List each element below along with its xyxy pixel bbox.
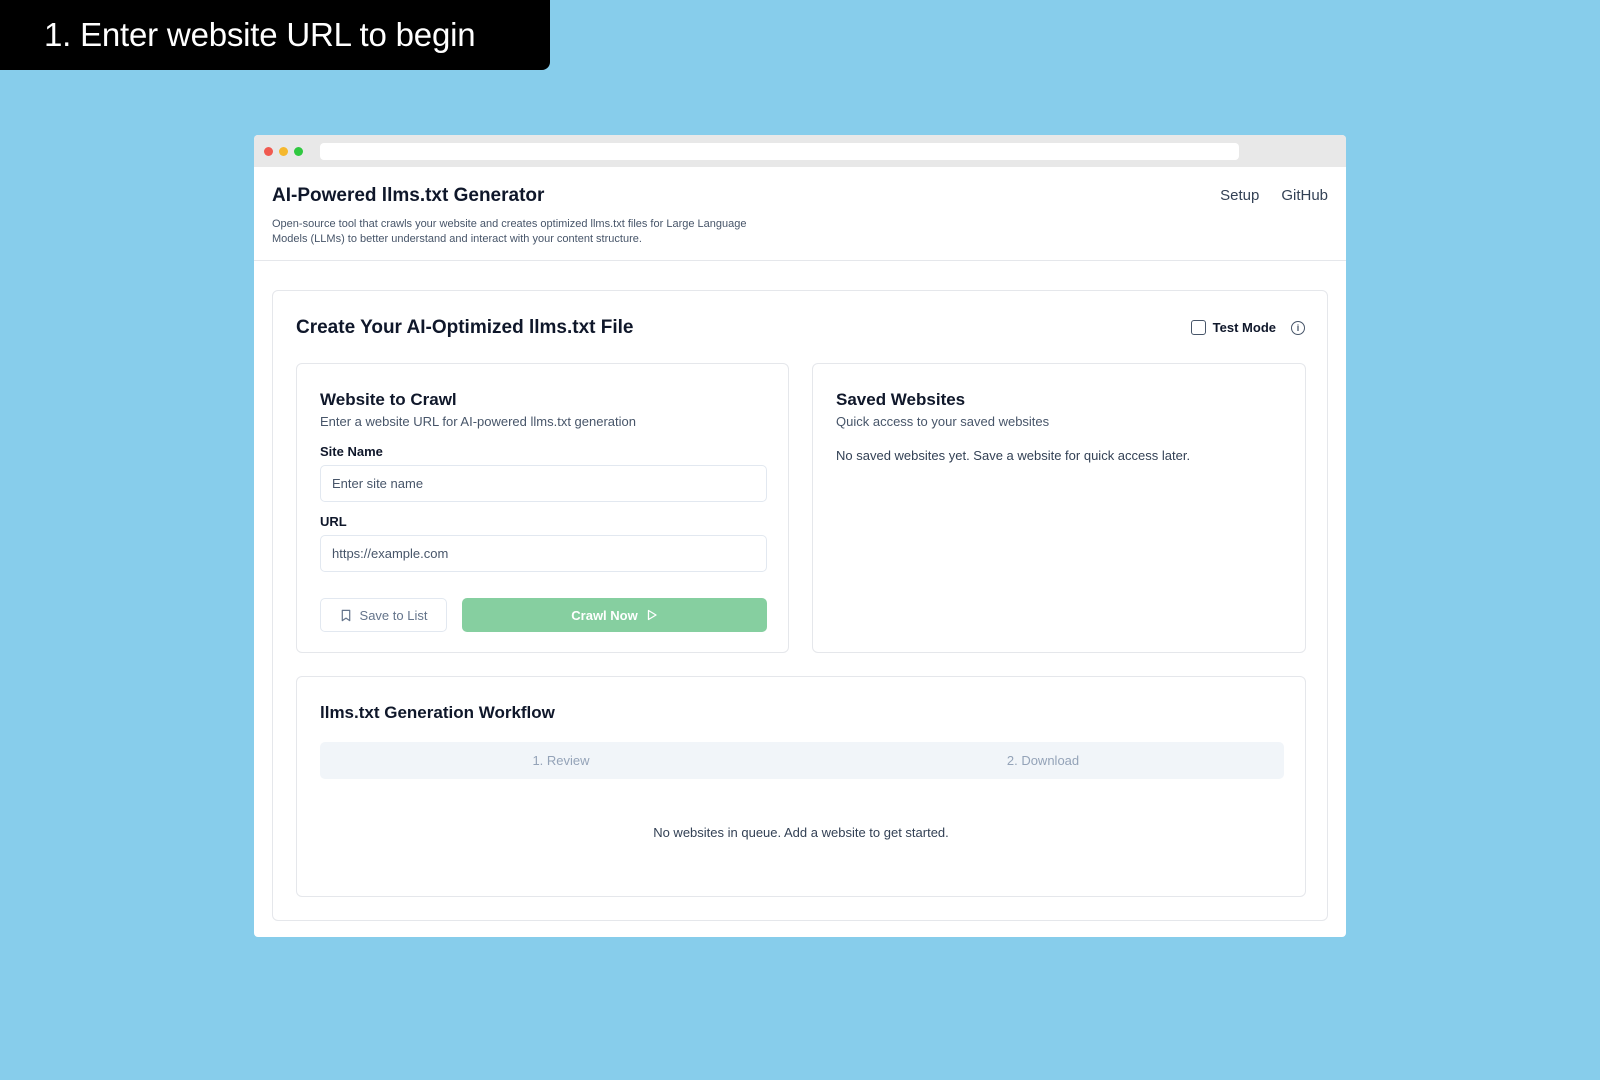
website-to-crawl-panel: Website to Crawl Enter a website URL for…: [296, 363, 789, 653]
crawl-panel-subtitle: Enter a website URL for AI-powered llms.…: [320, 414, 636, 429]
site-name-input[interactable]: [320, 465, 767, 502]
bookmark-icon: [341, 609, 350, 621]
test-mode-toggle[interactable]: Test Mode i: [1190, 320, 1305, 335]
workflow-empty-message: No websites in queue. Add a website to g…: [653, 825, 949, 840]
info-icon[interactable]: i: [1291, 320, 1305, 335]
nav-setup-link[interactable]: Setup: [1220, 187, 1259, 204]
maximize-window-dot-icon[interactable]: [294, 146, 303, 156]
browser-chrome-bar: [254, 135, 1346, 167]
play-icon: [647, 609, 657, 621]
site-name-label: Site Name: [320, 444, 383, 459]
app-description: Open-source tool that crawls your websit…: [272, 218, 747, 245]
saved-panel-title: Saved Websites: [836, 390, 966, 409]
saved-empty-message: No saved websites yet. Save a website fo…: [836, 448, 1191, 463]
workflow-tabs: 1. Review 2. Download: [320, 742, 1284, 779]
tab-download[interactable]: 2. Download: [802, 742, 1284, 779]
save-to-list-label: Save to List: [359, 607, 428, 623]
workflow-title: llms.txt Generation Workflow: [320, 703, 555, 722]
url-input[interactable]: [320, 535, 767, 572]
step-banner-text: 1. Enter website URL to begin: [44, 16, 476, 53]
app-header: AI-Powered llms.txt Generator Open-sourc…: [254, 167, 1346, 261]
test-mode-checkbox[interactable]: [1190, 320, 1206, 335]
test-mode-label: Test Mode: [1212, 320, 1276, 335]
url-label: URL: [320, 514, 347, 529]
nav-github-link[interactable]: GitHub: [1281, 187, 1328, 204]
app-title: AI-Powered llms.txt Generator: [272, 185, 545, 206]
step-banner: 1. Enter website URL to begin: [0, 0, 550, 70]
crawl-panel-title: Website to Crawl: [320, 390, 457, 409]
address-bar[interactable]: [320, 143, 1239, 160]
main-card: Create Your AI-Optimized llms.txt File T…: [272, 290, 1328, 921]
minimize-window-dot-icon[interactable]: [279, 146, 288, 156]
saved-websites-panel: Saved Websites Quick access to your save…: [812, 363, 1306, 653]
close-window-dot-icon[interactable]: [264, 146, 273, 156]
top-nav: Setup GitHub: [1220, 187, 1328, 204]
workflow-panel: llms.txt Generation Workflow 1. Review 2…: [296, 676, 1306, 897]
tab-review[interactable]: 1. Review: [320, 742, 802, 779]
crawl-now-label: Crawl Now: [571, 607, 638, 623]
browser-window: AI-Powered llms.txt Generator Open-sourc…: [254, 135, 1346, 937]
crawl-now-button[interactable]: Crawl Now: [462, 598, 767, 632]
save-to-list-button[interactable]: Save to List: [320, 598, 447, 632]
saved-panel-subtitle: Quick access to your saved websites: [836, 414, 1050, 429]
main-title: Create Your AI-Optimized llms.txt File: [296, 317, 634, 338]
